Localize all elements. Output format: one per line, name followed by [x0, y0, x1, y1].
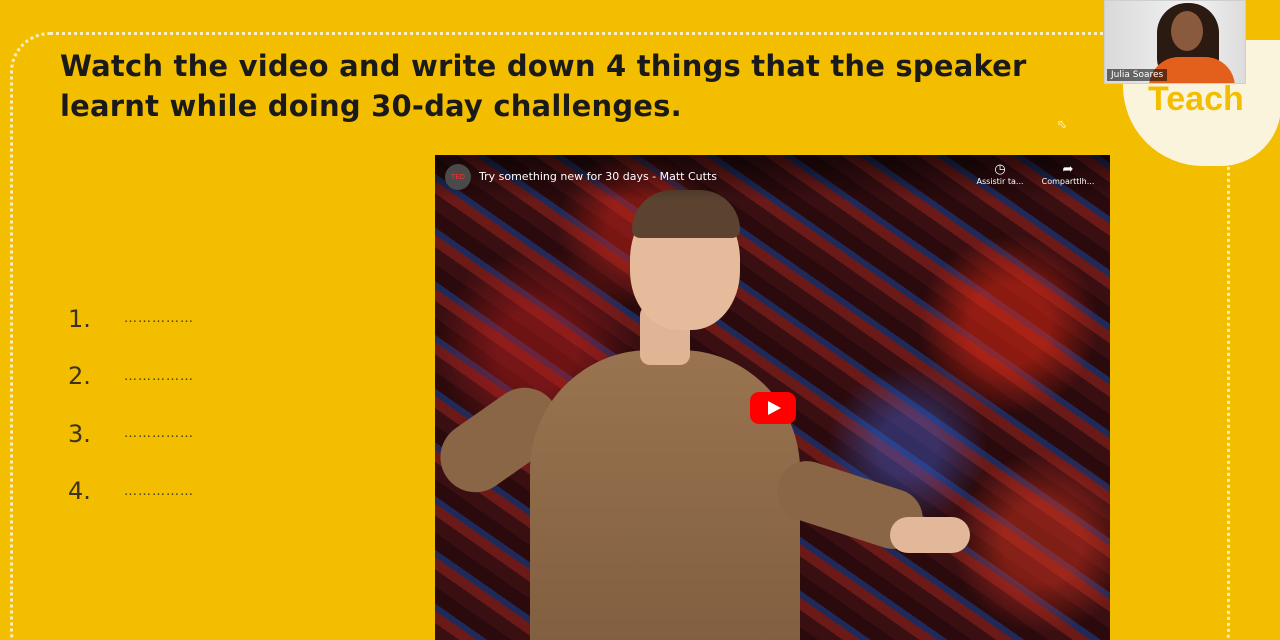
video-title-link[interactable]: Try something new for 30 days - Matt Cut… — [479, 170, 717, 183]
item-number: 2. — [68, 362, 91, 391]
item-number: 1. — [68, 304, 91, 333]
list-item: 3. …………… — [68, 405, 194, 463]
embedded-video-player[interactable]: TED Try something new for 30 days - Matt… — [435, 155, 1110, 640]
blank-line: …………… — [124, 483, 194, 499]
mouse-cursor-icon: ⬁ — [1057, 117, 1068, 131]
youtube-play-button[interactable] — [750, 392, 796, 424]
channel-avatar-icon[interactable]: TED — [445, 164, 471, 190]
watch-later-button[interactable]: ◷ Assistir ta... — [970, 162, 1030, 187]
blank-list: 1. …………… 2. …………… 3. …………… 4. …………… — [68, 290, 194, 520]
blank-line: …………… — [124, 368, 194, 384]
list-item: 4. …………… — [68, 463, 194, 521]
list-item: 2. …………… — [68, 348, 194, 406]
play-icon — [768, 401, 781, 415]
participant-name-label: Julia Soares — [1107, 69, 1168, 81]
blank-line: …………… — [124, 311, 194, 327]
slide: Watch the video and write down 4 things … — [0, 0, 1280, 640]
list-item: 1. …………… — [68, 290, 194, 348]
logo-text: Teach — [1148, 80, 1244, 118]
slide-title: Watch the video and write down 4 things … — [60, 49, 1027, 123]
item-number: 4. — [68, 477, 91, 506]
webcam-thumbnail[interactable]: Julia Soares — [1104, 0, 1246, 84]
speaker-figure-hand — [890, 517, 970, 553]
share-label: Comparttlh... — [1041, 177, 1095, 186]
video-top-bar: TED Try something new for 30 days - Matt… — [435, 155, 1110, 201]
share-arrow-icon: ➦ — [1062, 162, 1074, 177]
clock-icon: ◷ — [994, 162, 1006, 177]
participant-face — [1171, 11, 1203, 51]
item-number: 3. — [68, 419, 91, 448]
watch-later-label: Assistir ta... — [976, 177, 1024, 186]
blank-line: …………… — [124, 426, 194, 442]
share-button[interactable]: ➦ Comparttlh... — [1038, 162, 1098, 187]
